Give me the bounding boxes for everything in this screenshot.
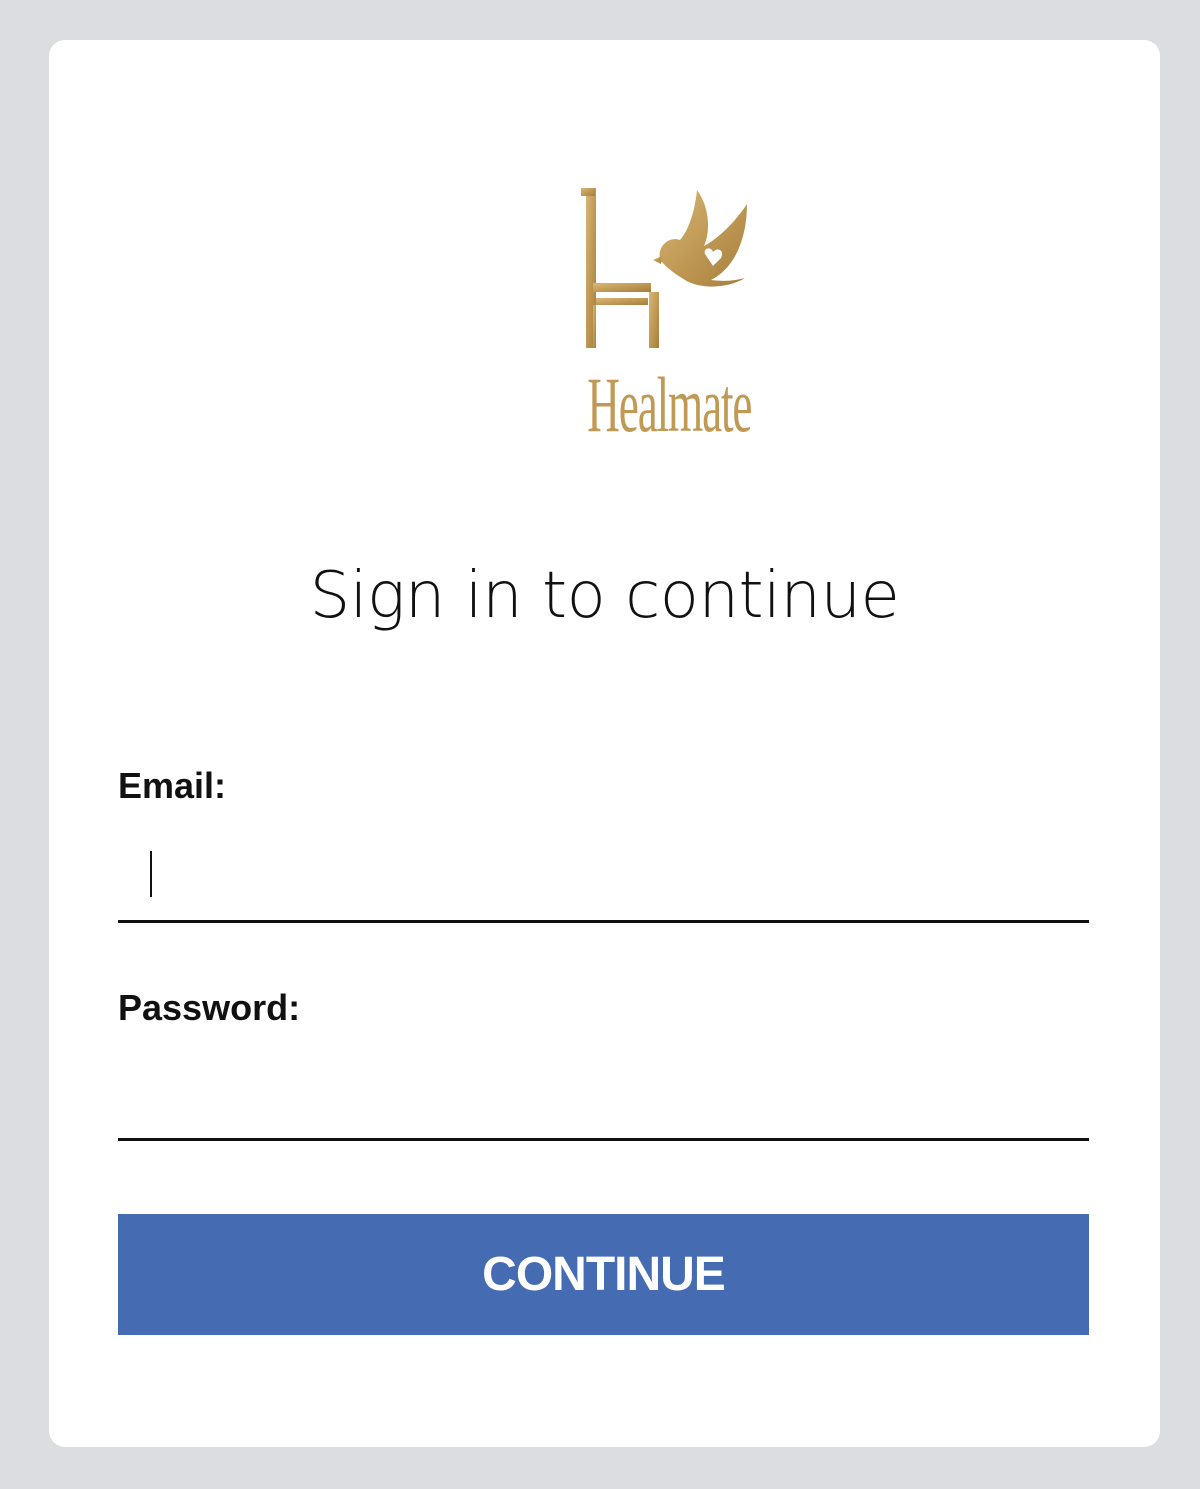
healmate-logo: Healmate [539,180,769,455]
password-field[interactable] [118,1071,1089,1141]
email-field[interactable] [118,853,1089,923]
continue-button[interactable]: CONTINUE [118,1214,1089,1335]
sign-in-card: Healmate Sign in to continue Email: Pass… [49,40,1160,1447]
text-cursor [150,851,152,897]
page-title: Sign in to continue [309,559,900,633]
password-label: Password: [118,987,301,1028]
email-label: Email: [118,765,227,806]
brand-name: Healmate [587,361,752,448]
